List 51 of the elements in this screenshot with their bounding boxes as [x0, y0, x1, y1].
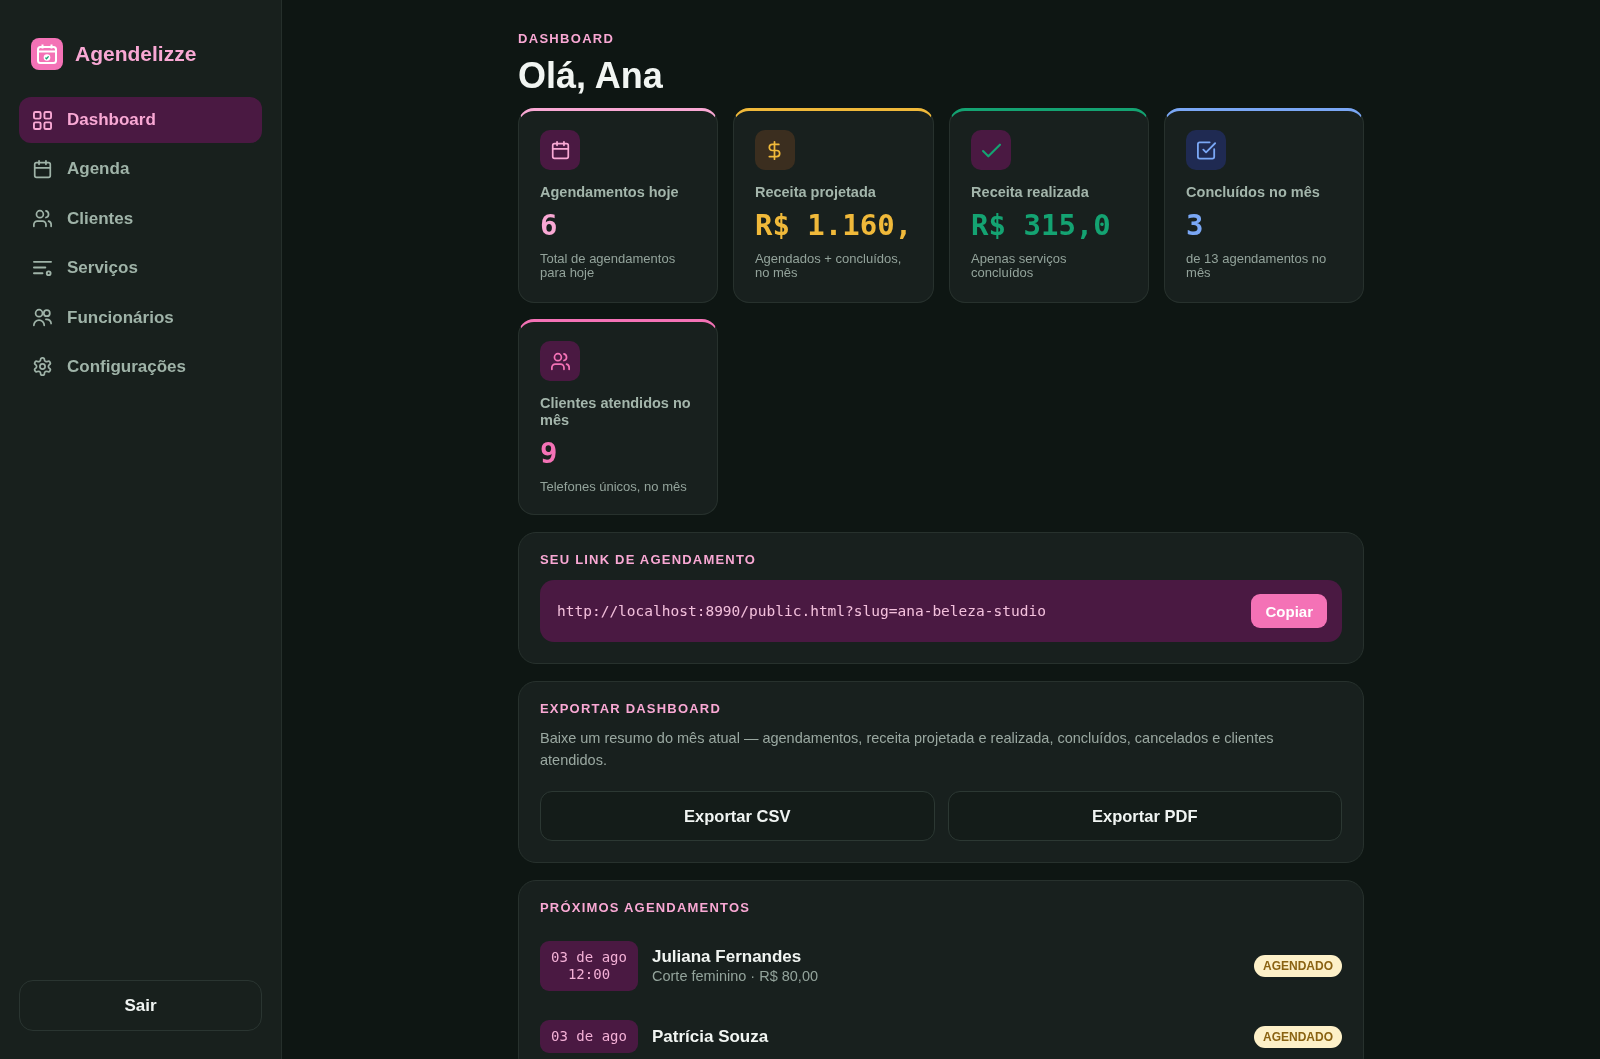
stat-note: Apenas serviços concluídos: [971, 252, 1068, 280]
section-title: SEU LINK DE AGENDAMENTO: [540, 552, 758, 568]
list-icon: [33, 258, 52, 278]
booking-url: http://localhost:8990/public.html?slug=ana-beleza-studio: [557, 603, 1046, 619]
export-button[interactable]: Exportar PDF: [947, 791, 1342, 841]
sidebar-item[interactable]: Dashboard: [19, 97, 262, 143]
service-detail: Corte feminino · R$ 80,00: [652, 967, 820, 985]
stat-label: Agendamentos hoje: [540, 184, 680, 201]
users-icon: [33, 209, 52, 229]
stat-note: Agendados + concluídos, no mês: [754, 252, 903, 280]
users-icon: [33, 308, 52, 328]
stat-label: Clientes atendidos no mês: [540, 395, 692, 429]
status-badge: AGENDADO: [1254, 955, 1342, 977]
check-icon: [971, 130, 1012, 170]
sidebar-item[interactable]: Clientes: [19, 195, 262, 242]
page-title: Olá, Ana: [518, 55, 664, 97]
sidebar-item[interactable]: Configurações: [19, 343, 262, 390]
logout-button[interactable]: Sair: [19, 980, 262, 1031]
export-description: Baixe um resumo do mês atual — agendamentos, receita projetada e realizada, concluídos, cancelados e clientes atendidos.: [540, 729, 1275, 770]
calendar-logo-icon: [31, 38, 63, 70]
status-badge: AGENDADO: [1254, 1025, 1342, 1048]
section-title: PRÓXIMOS AGENDAMENTOS: [540, 900, 752, 916]
page-eyebrow: DASHBOARD: [518, 31, 616, 47]
stat-value: 6: [540, 207, 559, 243]
date-badge: 03 de ago: [540, 1020, 638, 1053]
export-button[interactable]: Exportar CSV: [540, 791, 935, 841]
users-icon: [540, 341, 580, 381]
brand-name: Agendelizze: [75, 42, 197, 66]
checkbox-icon: [1186, 130, 1227, 170]
client-name: Juliana Fernandes: [652, 947, 803, 967]
client-name: Patrícia Souza: [652, 1026, 770, 1047]
dollar-sign-icon: [754, 130, 795, 170]
sidebar-item[interactable]: Agenda: [19, 146, 262, 193]
stat-value: R$ 315,0: [971, 207, 1112, 243]
section-title: EXPORTAR DASHBOARD: [540, 701, 722, 717]
calendar-icon: [540, 130, 580, 170]
grid-icon: [33, 110, 52, 130]
date-badge: 03 de ago 12:00: [540, 941, 638, 991]
stat-label: Receita realizada: [971, 184, 1090, 201]
stat-label: Receita projetada: [754, 184, 877, 201]
settings-icon: [33, 357, 52, 377]
sidebar-item[interactable]: Funcionários: [19, 294, 262, 341]
stat-value: R$ 1.160,: [754, 207, 913, 243]
stat-note: de 13 agendamentos no mês: [1186, 252, 1328, 280]
stat-label: Concluídos no mês: [1186, 184, 1321, 201]
calendar-icon: [33, 159, 52, 179]
stat-note: Total de agendamentos para hoje: [540, 252, 677, 280]
stat-note: Telefones únicos, no mês: [540, 480, 688, 494]
stat-value: 9: [540, 435, 559, 471]
sidebar-item[interactable]: Serviços: [19, 245, 262, 292]
stat-value: 3: [1186, 207, 1205, 243]
